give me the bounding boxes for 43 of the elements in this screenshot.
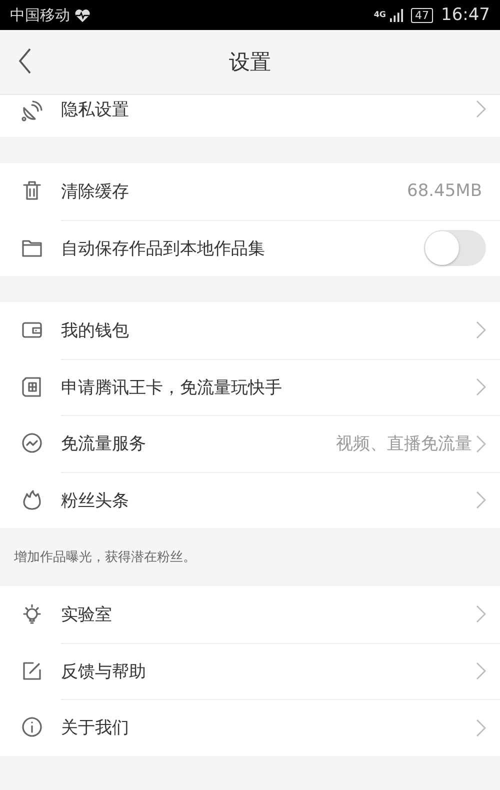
info-icon [20, 715, 44, 740]
setting-label: 实验室 [61, 604, 112, 626]
setting-label: 隐私设置 [61, 98, 129, 120]
settings-row[interactable]: 免流量服务 视频、直播免流量 [0, 415, 500, 472]
satellite-dish-icon [20, 99, 44, 123]
carrier-name: 中国移动 [10, 6, 70, 24]
chevron-right-icon [476, 604, 486, 624]
setting-label: 粉丝头条 [61, 490, 129, 512]
section-note: 增加作品曝光，获得潜在粉丝。 [14, 549, 196, 566]
chevron-right-icon [476, 661, 486, 682]
settings-row[interactable]: 隐私设置 [0, 95, 500, 137]
chevron-right-icon [476, 718, 486, 738]
page-title: 设置 [228, 49, 272, 76]
setting-value: 68.45MB [407, 181, 482, 202]
network-type: 4G [374, 11, 386, 19]
setting-label: 清除缓存 [61, 180, 129, 203]
settings-row[interactable]: 反馈与帮助 [0, 642, 500, 699]
settings-row[interactable]: 清除缓存 68.45MB [0, 163, 500, 220]
setting-label: 申请腾讯王卡，免流量玩快手 [61, 376, 282, 399]
battery-level: 47 [411, 8, 433, 22]
settings-row[interactable]: 粉丝头条 [0, 472, 500, 528]
chevron-right-icon [476, 99, 486, 119]
settings-row[interactable]: 关于我们 [0, 699, 500, 756]
setting-label: 自动保存作品到本地作品集 [61, 238, 265, 260]
clock-time: 16:47 [441, 5, 490, 25]
setting-label: 反馈与帮助 [61, 660, 146, 683]
setting-label: 关于我们 [61, 717, 129, 740]
chevron-right-icon [476, 320, 486, 340]
setting-label: 我的钱包 [61, 320, 129, 342]
heart-pulse-icon [74, 8, 91, 22]
chevron-right-icon [476, 377, 486, 398]
chevron-right-icon [476, 490, 486, 510]
settings-row[interactable]: 自动保存作品到本地作品集 [0, 220, 500, 276]
signal-icon [390, 8, 403, 22]
settings-row[interactable]: 我的钱包 [0, 302, 500, 358]
setting-value: 视频、直播免流量 [336, 433, 472, 456]
settings-row[interactable]: 申请腾讯王卡，免流量玩快手 [0, 358, 500, 415]
flame-icon [20, 488, 44, 512]
chevron-right-icon [476, 434, 486, 454]
sim-card-icon [20, 374, 44, 399]
settings-row[interactable]: 实验室 [0, 586, 500, 642]
setting-label: 免流量服务 [61, 433, 146, 456]
toggle-switch[interactable] [424, 230, 486, 266]
